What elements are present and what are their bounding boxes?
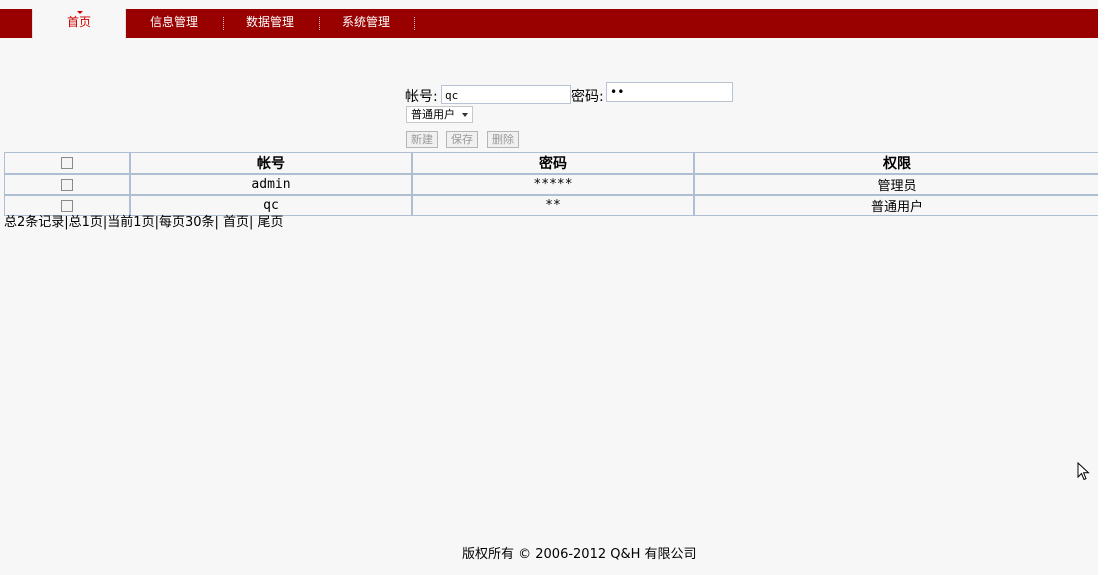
chevron-down-icon	[462, 113, 468, 117]
table-header-row: 帐号 密码 权限	[4, 152, 1100, 174]
tab-home-label: 首页	[66, 15, 91, 29]
user-table: 帐号 密码 权限 admin ***** 管理员 qc ** 普通用户	[4, 152, 1100, 216]
tab-info-management-label: 信息管理	[149, 15, 198, 29]
top-strip	[0, 0, 1106, 9]
new-button[interactable]: 新建	[406, 131, 438, 148]
account-label: 帐号:	[405, 89, 438, 105]
select-all-checkbox[interactable]	[61, 157, 73, 169]
tab-system-management[interactable]: 系统管理	[332, 9, 400, 38]
cell-account: admin	[130, 174, 412, 195]
header-role: 权限	[694, 152, 1100, 174]
pagination[interactable]: 总2条记录|总1页|当前1页|每页30条| 首页| 尾页	[4, 211, 284, 230]
row-checkbox[interactable]	[61, 199, 73, 212]
select-all-cell	[4, 152, 130, 174]
role-select-value: 普通用户	[411, 108, 455, 121]
row-checkbox-cell	[4, 174, 130, 195]
copyright-footer: 版权所有 © 2006-2012 Q&H 有限公司	[462, 547, 697, 562]
nav-separator	[223, 17, 224, 30]
delete-button[interactable]: 删除	[487, 131, 519, 148]
tab-system-management-label: 系统管理	[341, 15, 390, 29]
mouse-cursor-icon	[1077, 462, 1090, 481]
nav-separator	[414, 17, 415, 30]
cell-password: **	[412, 195, 694, 216]
role-select[interactable]: 普通用户	[406, 106, 473, 123]
tab-data-management[interactable]: 数据管理	[236, 9, 304, 38]
cell-role: 管理员	[694, 174, 1100, 195]
header-password: 密码	[412, 152, 694, 174]
account-input[interactable]: qc	[441, 85, 571, 104]
cell-role: 普通用户	[694, 195, 1100, 216]
header-account: 帐号	[130, 152, 412, 174]
password-label: 密码:	[571, 89, 604, 105]
save-button[interactable]: 保存	[446, 131, 478, 148]
window-edge	[1098, 0, 1106, 575]
tab-home[interactable]: 首页	[32, 9, 126, 39]
tab-info-management[interactable]: 信息管理	[140, 9, 208, 38]
password-input[interactable]: ••	[606, 82, 733, 102]
row-checkbox[interactable]	[61, 178, 73, 191]
cell-password: *****	[412, 174, 694, 195]
nav-separator	[319, 17, 320, 30]
top-nav-bar: 首页 信息管理 数据管理 系统管理	[0, 9, 1098, 39]
table-row[interactable]: admin ***** 管理员	[4, 174, 1100, 195]
tab-data-management-label: 数据管理	[245, 15, 294, 29]
